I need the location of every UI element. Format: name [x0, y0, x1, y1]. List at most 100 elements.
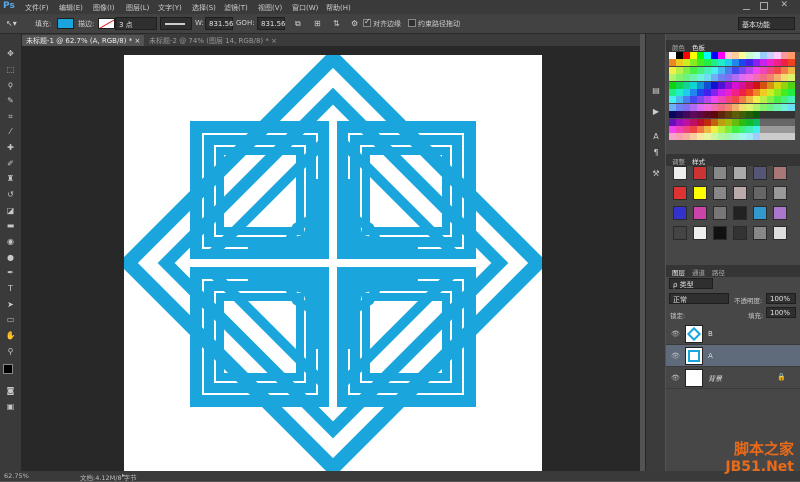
- style-swatch[interactable]: [773, 186, 787, 200]
- swatch[interactable]: [697, 96, 704, 104]
- style-swatch[interactable]: [773, 226, 787, 240]
- swatch[interactable]: [781, 103, 788, 111]
- layer-filter-dropdown[interactable]: ρ 类型: [669, 278, 713, 289]
- path-arrange-icon[interactable]: ⇅: [333, 19, 340, 28]
- swatch[interactable]: [767, 126, 774, 133]
- swatch[interactable]: [718, 52, 725, 59]
- style-swatch[interactable]: [673, 166, 687, 180]
- swatch[interactable]: [760, 103, 767, 111]
- swatch[interactable]: [683, 52, 690, 59]
- swatch[interactable]: [753, 111, 760, 119]
- visibility-eye-icon[interactable]: 👁: [671, 374, 680, 382]
- layer-name[interactable]: A: [708, 352, 713, 360]
- swatch[interactable]: [690, 66, 697, 74]
- layer-name[interactable]: B: [708, 330, 713, 338]
- swatch[interactable]: [725, 96, 732, 104]
- tool-preset-icon[interactable]: ↖▾: [6, 19, 17, 28]
- menu-select[interactable]: 选择(S): [192, 3, 216, 13]
- fill-swatch[interactable]: [57, 18, 74, 29]
- style-swatch[interactable]: [753, 226, 767, 240]
- gradient-tool-icon[interactable]: ▬: [5, 221, 16, 231]
- swatch[interactable]: [746, 126, 753, 133]
- layer-row-a[interactable]: 👁 A: [666, 345, 800, 367]
- style-swatch[interactable]: [693, 206, 707, 220]
- swatch[interactable]: [704, 96, 711, 104]
- eraser-tool-icon[interactable]: ◪: [5, 206, 16, 216]
- menu-image[interactable]: 图像(I): [93, 3, 115, 13]
- swatch[interactable]: [732, 66, 739, 74]
- constrain-path-checkbox[interactable]: [408, 19, 416, 27]
- swatch[interactable]: [683, 81, 690, 89]
- close-window-icon[interactable]: ✕: [780, 0, 788, 10]
- tab-layers[interactable]: 图层: [672, 267, 685, 277]
- swatch[interactable]: [718, 59, 725, 67]
- marquee-tool-icon[interactable]: ⬚: [5, 65, 16, 75]
- swatch[interactable]: [732, 111, 739, 119]
- swatch[interactable]: [718, 111, 725, 119]
- swatch[interactable]: [669, 66, 676, 74]
- swatch[interactable]: [774, 74, 781, 82]
- style-swatch[interactable]: [753, 166, 767, 180]
- swatch[interactable]: [690, 111, 697, 119]
- style-swatch[interactable]: [773, 206, 787, 220]
- tab-close-icon[interactable]: ×: [134, 37, 140, 45]
- swatch[interactable]: [732, 74, 739, 82]
- swatch[interactable]: [704, 66, 711, 74]
- swatch[interactable]: [739, 111, 746, 119]
- swatch[interactable]: [697, 118, 704, 126]
- swatch[interactable]: [753, 118, 760, 126]
- swatch[interactable]: [788, 81, 795, 89]
- swatch[interactable]: [725, 133, 732, 141]
- foreground-color-swatch[interactable]: [3, 364, 13, 374]
- swatch[interactable]: [704, 133, 711, 141]
- swatch[interactable]: [760, 126, 767, 133]
- swatch[interactable]: [690, 81, 697, 89]
- style-swatch[interactable]: [713, 206, 727, 220]
- settings-gear-icon[interactable]: ⚙: [351, 19, 358, 28]
- swatch[interactable]: [781, 74, 788, 82]
- swatch[interactable]: [676, 52, 683, 59]
- swatch[interactable]: [767, 118, 774, 126]
- swatch[interactable]: [774, 126, 781, 133]
- quick-select-tool-icon[interactable]: ✎: [5, 96, 16, 106]
- swatch[interactable]: [788, 89, 795, 96]
- swatch[interactable]: [753, 74, 760, 82]
- swatch[interactable]: [725, 103, 732, 111]
- swatch[interactable]: [690, 96, 697, 104]
- swatch[interactable]: [753, 81, 760, 89]
- swatch[interactable]: [767, 103, 774, 111]
- brush-tool-icon[interactable]: ✐: [5, 159, 16, 169]
- swatch[interactable]: [781, 66, 788, 74]
- style-swatch[interactable]: [733, 206, 747, 220]
- stroke-swatch[interactable]: [98, 18, 115, 29]
- swatch[interactable]: [697, 52, 704, 59]
- swatch[interactable]: [788, 52, 795, 59]
- swatch[interactable]: [697, 111, 704, 119]
- swatch[interactable]: [746, 81, 753, 89]
- swatch[interactable]: [760, 118, 767, 126]
- swatch[interactable]: [760, 111, 767, 119]
- swatch[interactable]: [697, 74, 704, 82]
- swatch[interactable]: [683, 126, 690, 133]
- swatch[interactable]: [676, 103, 683, 111]
- tool-presets-icon[interactable]: ⚒: [651, 169, 661, 179]
- swatch[interactable]: [697, 89, 704, 96]
- swatch[interactable]: [725, 89, 732, 96]
- width-field[interactable]: 831.56: [205, 17, 234, 30]
- blend-mode-dropdown[interactable]: 正常: [669, 293, 729, 304]
- swatch[interactable]: [732, 89, 739, 96]
- swatch[interactable]: [781, 111, 788, 119]
- swatch[interactable]: [767, 89, 774, 96]
- swatch[interactable]: [683, 133, 690, 141]
- style-swatch[interactable]: [753, 186, 767, 200]
- swatch[interactable]: [725, 126, 732, 133]
- swatch[interactable]: [739, 66, 746, 74]
- swatch[interactable]: [739, 59, 746, 67]
- swatch[interactable]: [725, 118, 732, 126]
- quick-mask-icon[interactable]: ◙: [5, 386, 16, 396]
- swatch[interactable]: [739, 103, 746, 111]
- swatch[interactable]: [774, 52, 781, 59]
- minimize-icon[interactable]: [743, 2, 750, 10]
- swatch[interactable]: [774, 103, 781, 111]
- dodge-tool-icon[interactable]: ●: [5, 253, 16, 263]
